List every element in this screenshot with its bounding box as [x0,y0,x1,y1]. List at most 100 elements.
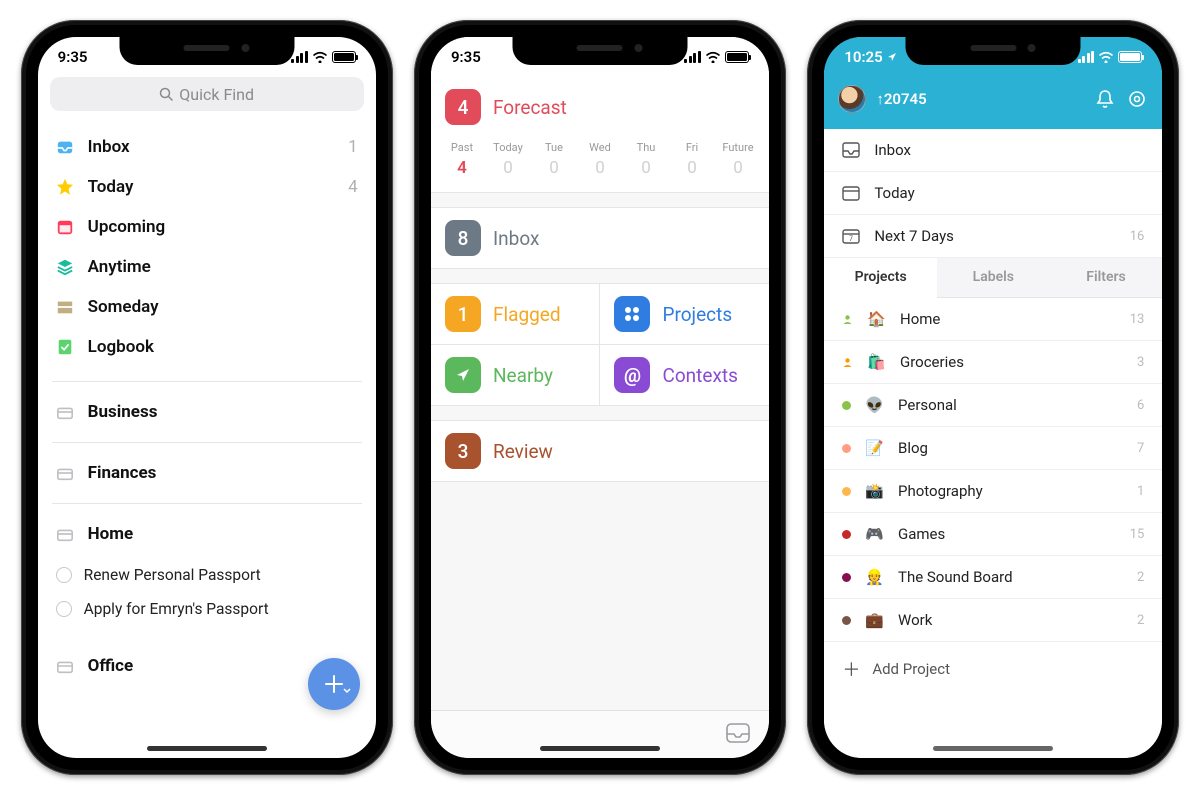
project-sound-board[interactable]: 👷 The Sound Board 2 [824,556,1162,599]
forecast-row[interactable]: 4 Forecast [431,77,769,137]
project-color-dot [842,530,851,539]
project-emoji: 👽 [865,396,884,414]
project-color-dot [842,573,851,582]
logbook-icon [56,338,74,356]
day-past[interactable]: Past4 [439,141,485,178]
tab-projects[interactable]: Projects [824,258,937,298]
phone-todoist: 10:25 ↑20745 Inbox Today [807,20,1179,775]
project-color-dot [842,616,851,625]
day-fri[interactable]: Fri0 [669,141,715,178]
svg-text:7: 7 [849,235,853,243]
list-today[interactable]: Today 4 [38,167,376,207]
quick-find-search[interactable]: Quick Find [50,77,364,111]
review-row[interactable]: 3 Review [431,421,769,481]
list-logbook[interactable]: Logbook [38,327,376,367]
signal-icon [1078,51,1095,63]
star-icon [56,178,74,196]
project-emoji: 🏠 [867,310,886,328]
status-icons [684,51,749,63]
list-someday[interactable]: Someday [38,287,376,327]
list-upcoming[interactable]: Upcoming [38,207,376,247]
phone-omnifocus: 9:35 4 Forecast Past4 Today0 Tue0 Wed0 T… [414,20,786,775]
area-icon [56,403,74,421]
projects-list: 🏠 Home 13 🛍️ Groceries 3 👽 Personal 6 📝 … [824,298,1162,758]
home-indicator[interactable] [147,746,267,751]
day-thu[interactable]: Thu0 [623,141,669,178]
project-color-dot [842,487,851,496]
inbox-icon [56,138,74,156]
area-icon [56,464,74,482]
nav-next7[interactable]: 7 Next 7 Days 16 [824,215,1162,258]
day-tue[interactable]: Tue0 [531,141,577,178]
calendar-icon [56,218,74,236]
signal-icon [291,51,308,63]
clock: 9:35 [58,48,88,66]
inbox-tray-button[interactable] [725,722,751,748]
nav-inbox[interactable]: Inbox [824,129,1162,172]
add-project-button[interactable]: ＋ Add Project [824,642,1162,696]
project-emoji: 👷 [865,568,884,586]
inbox-badge: 8 [445,220,481,256]
location-icon [887,52,897,62]
home-indicator[interactable] [540,746,660,751]
project-emoji: 📸 [865,482,884,500]
day-future[interactable]: Future0 [715,141,761,178]
list-inbox[interactable]: Inbox 1 [38,127,376,167]
nearby-tile[interactable]: Nearby [431,345,601,405]
grid-icon [614,296,650,332]
project-blog[interactable]: 📝 Blog 7 [824,427,1162,470]
area-home[interactable]: Home [38,510,376,558]
project-color-dot [842,401,851,410]
area-icon [56,525,74,543]
karma-score[interactable]: ↑20745 [876,90,926,108]
area-finances[interactable]: Finances [38,449,376,497]
projects-tile[interactable]: Projects [600,284,769,344]
calendar-week-icon: 7 [842,228,860,244]
phone-things: 9:35 Quick Find Inbox 1 Today 4 Upcoming [21,20,393,775]
project-groceries[interactable]: 🛍️ Groceries 3 [824,341,1162,384]
project-work[interactable]: 💼 Work 2 [824,599,1162,642]
flagged-tile[interactable]: 1 Flagged [431,284,601,344]
checkbox[interactable] [56,601,72,617]
battery-icon [725,51,749,63]
calendar-icon [842,185,860,201]
task-row[interactable]: Renew Personal Passport [38,558,376,592]
forecast-days: Past4 Today0 Tue0 Wed0 Thu0 Fri0 Future0 [431,137,769,192]
add-task-button[interactable] [308,658,360,710]
day-wed[interactable]: Wed0 [577,141,623,178]
smart-lists: Inbox 1 Today 4 Upcoming Anytime Someday… [38,119,376,375]
notifications-button[interactable] [1094,88,1116,110]
inbox-icon [842,142,860,158]
project-personal[interactable]: 👽 Personal 6 [824,384,1162,427]
area-icon [56,657,74,675]
chevron-down-icon [342,686,352,696]
project-photography[interactable]: 📸 Photography 1 [824,470,1162,513]
list-anytime[interactable]: Anytime [38,247,376,287]
wifi-icon [705,51,721,63]
shared-icon [842,314,853,325]
plus-icon: ＋ [842,656,860,682]
checkbox[interactable] [56,567,72,583]
project-games[interactable]: 🎮 Games 15 [824,513,1162,556]
status-icons [1078,51,1143,63]
search-icon [159,87,173,101]
project-emoji: 🎮 [865,525,884,543]
home-indicator[interactable] [933,746,1053,751]
project-home[interactable]: 🏠 Home 13 [824,298,1162,341]
wifi-icon [312,51,328,63]
avatar[interactable] [838,85,866,113]
battery-icon [332,51,356,63]
settings-button[interactable] [1126,88,1148,110]
tab-labels[interactable]: Labels [937,258,1050,298]
project-emoji: 💼 [865,611,884,629]
day-today[interactable]: Today0 [485,141,531,178]
area-business[interactable]: Business [38,388,376,436]
contexts-tile[interactable]: @ Contexts [600,345,769,405]
wifi-icon [1098,51,1114,63]
stack-icon [56,258,74,276]
nav-today[interactable]: Today [824,172,1162,215]
clock: 9:35 [451,48,481,66]
task-row[interactable]: Apply for Emryn's Passport [38,592,376,626]
tab-filters[interactable]: Filters [1050,258,1163,298]
inbox-row[interactable]: 8 Inbox [431,208,769,268]
